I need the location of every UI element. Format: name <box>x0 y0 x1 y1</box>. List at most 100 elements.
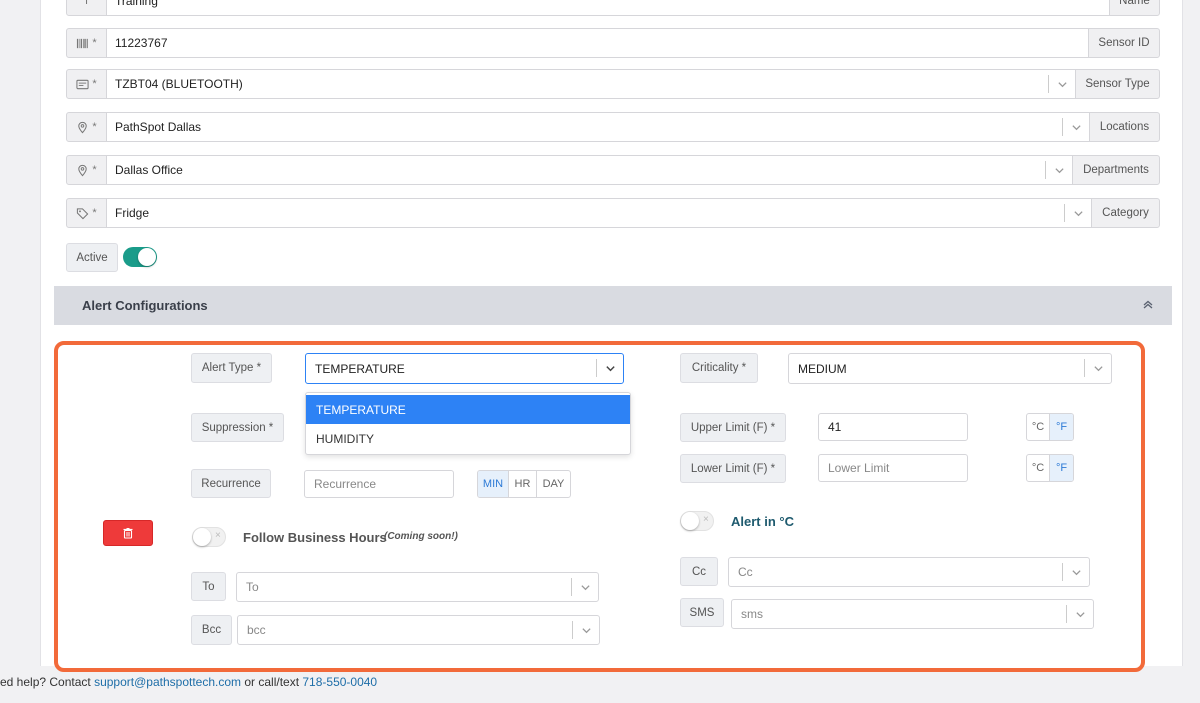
menu-option-temperature[interactable]: TEMPERATURE <box>306 395 630 424</box>
follow-business-hours-toggle[interactable]: × <box>192 527 226 547</box>
celsius-option[interactable]: °C <box>1027 414 1051 440</box>
recurrence-input[interactable]: Recurrence <box>304 470 454 498</box>
close-icon: × <box>703 514 709 525</box>
alert-type-menu: TEMPERATURE HUMIDITY <box>305 392 631 455</box>
fahrenheit-option[interactable]: °F <box>1050 455 1073 481</box>
criticality-label: Criticality * <box>680 353 758 383</box>
toggle-knob <box>681 512 699 530</box>
min-option[interactable]: MIN <box>478 471 509 497</box>
day-option[interactable]: DAY <box>537 471 570 497</box>
location-dropdown-indicator[interactable] <box>1062 113 1089 141</box>
name-prefix: I <box>66 0 107 16</box>
sensor-id-input[interactable]: 11223767 <box>106 28 1089 58</box>
alert-configurations-header[interactable]: Alert Configurations <box>54 286 1172 325</box>
category-value: Fridge <box>115 206 150 220</box>
sensor-type-row: * TZBT04 (BLUETOOTH) Sensor Type <box>66 69 1160 99</box>
sensor-id-prefix: * <box>66 28 107 58</box>
sensor-type-select[interactable]: TZBT04 (BLUETOOTH) <box>106 69 1076 99</box>
chevron-down-icon <box>1054 167 1064 173</box>
department-prefix: * <box>66 155 107 185</box>
alert-type-value: TEMPERATURE <box>315 361 405 376</box>
coming-soon-note: (Coming soon!) <box>384 531 458 542</box>
criticality-dropdown-indicator[interactable] <box>1084 354 1111 382</box>
bcc-select[interactable]: bcc <box>237 615 600 645</box>
name-suffix: Name <box>1109 0 1160 16</box>
follow-business-hours-label: Follow Business Hours <box>243 530 387 545</box>
to-select[interactable]: To <box>236 572 599 602</box>
map-pin-icon <box>78 164 88 176</box>
cc-dropdown-indicator[interactable] <box>1062 558 1089 586</box>
support-email-link[interactable]: support@pathspottech.com <box>94 675 241 689</box>
required-mark: * <box>92 37 97 49</box>
alert-in-c-toggle[interactable]: × <box>680 511 714 531</box>
map-pin-icon <box>78 121 88 133</box>
category-prefix: * <box>66 198 107 228</box>
active-label: Active <box>66 243 118 272</box>
criticality-value: MEDIUM <box>798 361 847 376</box>
hr-option[interactable]: HR <box>509 471 537 497</box>
close-icon: × <box>215 530 221 541</box>
delete-alert-button[interactable] <box>103 520 153 546</box>
active-toggle[interactable] <box>123 247 157 267</box>
department-row: * Dallas Office Departments <box>66 155 1160 185</box>
criticality-select[interactable]: MEDIUM <box>788 353 1112 384</box>
toggle-knob <box>138 248 156 266</box>
fahrenheit-option[interactable]: °F <box>1050 414 1073 440</box>
required-mark: * <box>92 78 97 90</box>
cc-placeholder: Cc <box>738 565 753 579</box>
category-select[interactable]: Fridge <box>106 198 1092 228</box>
chevron-down-icon <box>1073 210 1083 216</box>
required-mark: * <box>92 207 97 219</box>
sms-select[interactable]: sms <box>731 599 1094 629</box>
name-input[interactable]: Training <box>106 0 1110 16</box>
upper-limit-input[interactable]: 41 <box>818 413 968 441</box>
location-prefix: * <box>66 112 107 142</box>
chevron-down-icon <box>1093 365 1103 371</box>
category-suffix: Category <box>1091 198 1160 228</box>
cc-select[interactable]: Cc <box>728 557 1090 587</box>
celsius-option[interactable]: °C <box>1027 455 1051 481</box>
alert-type-dropdown-indicator[interactable] <box>596 354 623 382</box>
department-dropdown-indicator[interactable] <box>1045 156 1072 184</box>
recurrence-placeholder: Recurrence <box>314 477 377 491</box>
location-row: * PathSpot Dallas Locations <box>66 112 1160 142</box>
sensor-type-value: TZBT04 (BLUETOOTH) <box>115 77 243 91</box>
support-phone-link[interactable]: 718-550-0040 <box>302 675 377 689</box>
alert-in-c-label: Alert in °C <box>731 514 794 529</box>
upper-limit-value: 41 <box>828 420 842 434</box>
lower-limit-input[interactable]: Lower Limit <box>818 454 968 482</box>
recurrence-label: Recurrence <box>191 469 271 498</box>
name-row: I Training Name <box>66 0 1160 16</box>
department-select[interactable]: Dallas Office <box>106 155 1073 185</box>
bcc-placeholder: bcc <box>247 623 266 637</box>
sensor-type-prefix: * <box>66 69 107 99</box>
sensor-type-dropdown-indicator[interactable] <box>1048 70 1075 98</box>
sensor-id-row: * 11223767 Sensor ID <box>66 28 1160 58</box>
recurrence-unit-toggle: MIN HR DAY <box>477 470 571 498</box>
location-select[interactable]: PathSpot Dallas <box>106 112 1090 142</box>
footer-text: ed help? Contact <box>0 675 95 689</box>
sms-dropdown-indicator[interactable] <box>1066 600 1093 628</box>
category-dropdown-indicator[interactable] <box>1064 199 1091 227</box>
to-dropdown-indicator[interactable] <box>571 573 598 601</box>
bcc-dropdown-indicator[interactable] <box>572 616 599 644</box>
chevron-up-icon[interactable] <box>1142 299 1154 311</box>
department-suffix: Departments <box>1072 155 1160 185</box>
sensor-id-suffix: Sensor ID <box>1088 28 1160 58</box>
name-value: Training <box>115 0 158 8</box>
location-suffix: Locations <box>1089 112 1160 142</box>
alert-type-select[interactable]: TEMPERATURE <box>305 353 624 384</box>
chevron-down-icon <box>1057 81 1067 87</box>
required-mark: * <box>92 121 97 133</box>
menu-option-humidity[interactable]: HUMIDITY <box>306 424 630 453</box>
footer-help: ed help? Contact support@pathspottech.co… <box>0 675 377 689</box>
id-card-icon <box>76 79 89 89</box>
footer-text: or call/text <box>241 675 303 689</box>
section-title: Alert Configurations <box>82 298 208 313</box>
chevron-down-icon <box>1071 569 1081 575</box>
page: I Training Name * 11223767 Sensor ID * T… <box>0 0 1200 703</box>
cc-label: Cc <box>680 557 718 586</box>
chevron-down-icon <box>1075 611 1085 617</box>
chevron-down-icon <box>580 584 590 590</box>
chevron-down-icon <box>605 365 615 371</box>
